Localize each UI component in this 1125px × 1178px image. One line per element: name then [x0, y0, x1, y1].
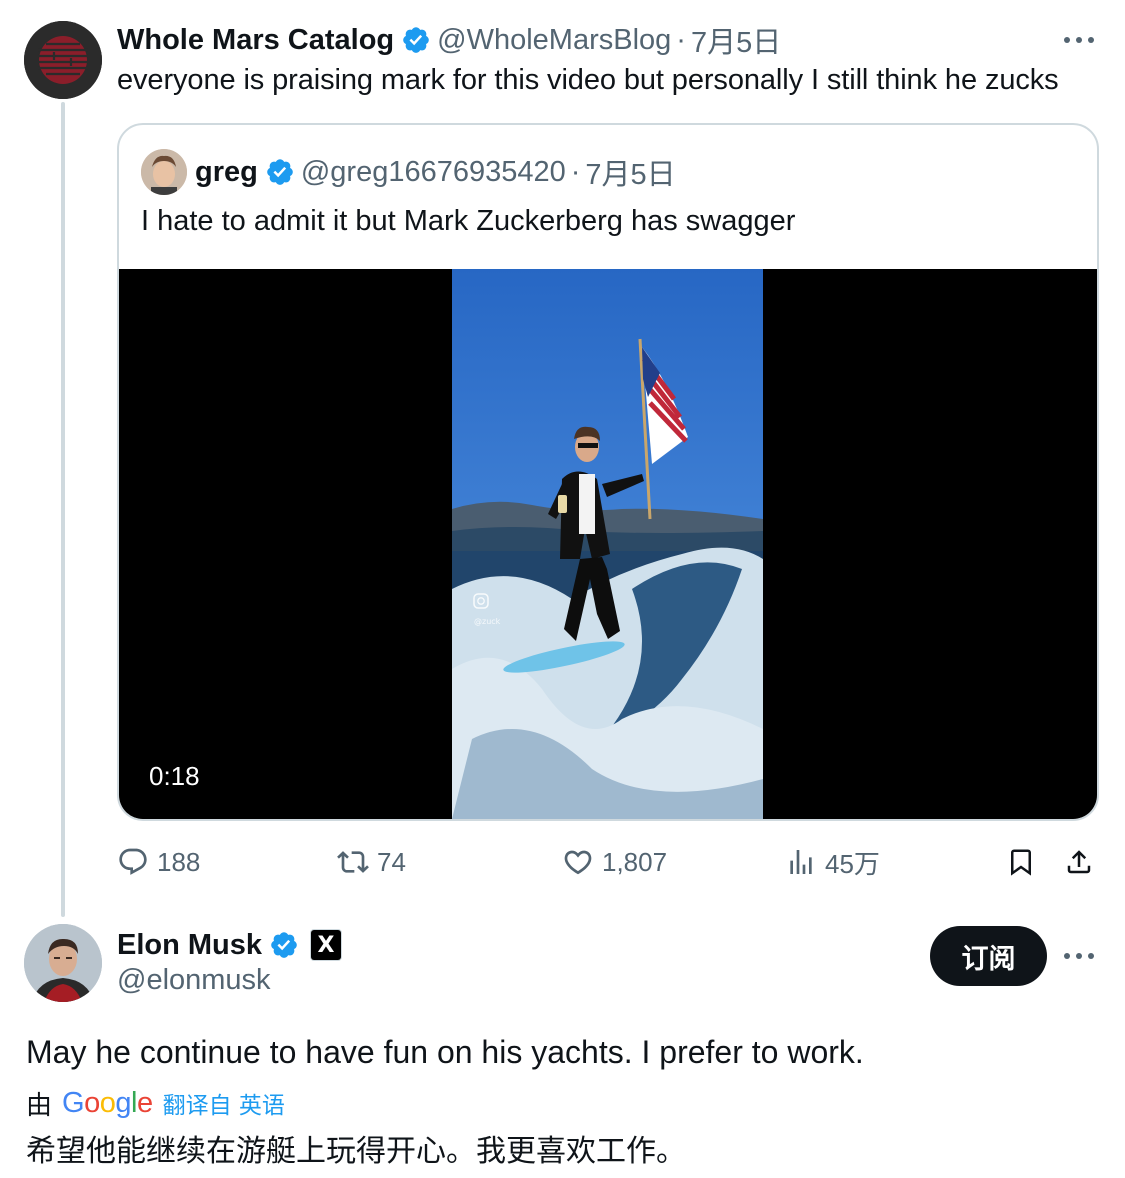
- thread-connector-line: [61, 102, 65, 917]
- avatar[interactable]: [24, 924, 102, 1002]
- heart-icon: [564, 850, 592, 875]
- like-count: 1,807: [602, 846, 668, 877]
- quoted-tweet-date[interactable]: 7月5日: [585, 151, 675, 193]
- avatar[interactable]: [24, 21, 102, 99]
- quoted-tweet-header: greg @greg16676935420 · 7月5日: [141, 149, 676, 195]
- quoted-tweet-card[interactable]: greg @greg16676935420 · 7月5日 I hate to a…: [117, 123, 1099, 821]
- share-button[interactable]: [1064, 842, 1098, 882]
- tweet-text: everyone is praising mark for this video…: [117, 64, 1059, 96]
- retweet-icon: [337, 851, 369, 873]
- share-icon: [1067, 850, 1091, 874]
- x-affiliate-badge-icon[interactable]: X: [311, 930, 342, 960]
- tweet-text: May he continue to have fun on his yacht…: [26, 1034, 864, 1070]
- verified-badge-icon: [403, 27, 429, 53]
- avatar[interactable]: [141, 149, 187, 195]
- separator-dot: ·: [676, 23, 686, 56]
- translate-source-link[interactable]: 翻译自 英语: [163, 1086, 285, 1120]
- views-count: 45万: [825, 848, 880, 879]
- tweet-header: Elon Musk X: [117, 922, 342, 968]
- quoted-author-handle[interactable]: @greg16676935420: [301, 156, 566, 189]
- translate-prefix: 由: [26, 1090, 53, 1121]
- quoted-author-name[interactable]: greg: [195, 156, 258, 189]
- reply-button[interactable]: 188: [117, 842, 200, 882]
- like-button[interactable]: 1,807: [562, 842, 667, 882]
- retweet-count: 74: [377, 846, 406, 877]
- views-button[interactable]: 45万: [785, 842, 880, 882]
- google-logo: Google: [62, 1086, 153, 1119]
- tweet-date[interactable]: 7月5日: [691, 19, 781, 61]
- subscribe-button[interactable]: 订阅: [930, 926, 1047, 986]
- reply-count: 188: [157, 846, 201, 877]
- more-options-icon[interactable]: [1064, 28, 1094, 52]
- retweet-button[interactable]: 74: [337, 842, 406, 882]
- translation-attribution: 由 Google 翻译自 英语: [26, 1083, 285, 1123]
- bookmark-icon: [1011, 849, 1031, 876]
- separator-dot: ·: [570, 155, 581, 188]
- author-name[interactable]: Elon Musk: [117, 929, 262, 962]
- video-player[interactable]: @zuck 0:18: [119, 269, 1097, 819]
- verified-badge-icon: [271, 932, 297, 958]
- translated-text: 希望他能继续在游艇上玩得开心。我更喜欢工作。: [26, 1134, 686, 1169]
- tweet-thread: Whole Mars Catalog @WholeMarsBlog · 7月5日…: [0, 0, 1125, 1178]
- more-options-icon[interactable]: [1064, 944, 1094, 968]
- quoted-tweet-text: I hate to admit it but Mark Zuckerberg h…: [141, 205, 796, 237]
- bookmark-button[interactable]: [1006, 842, 1040, 882]
- tweet-header: Whole Mars Catalog @WholeMarsBlog · 7月5日: [117, 18, 781, 62]
- author-name[interactable]: Whole Mars Catalog: [117, 24, 394, 57]
- video-duration: 0:18: [149, 761, 200, 791]
- author-handle[interactable]: @elonmusk: [117, 964, 271, 997]
- video-watermark: @zuck: [474, 617, 501, 626]
- author-handle[interactable]: @WholeMarsBlog: [437, 24, 671, 57]
- video-thumbnail: @zuck: [452, 269, 763, 819]
- reply-icon: [119, 848, 147, 875]
- analytics-icon: [790, 850, 812, 874]
- verified-badge-icon: [267, 159, 293, 185]
